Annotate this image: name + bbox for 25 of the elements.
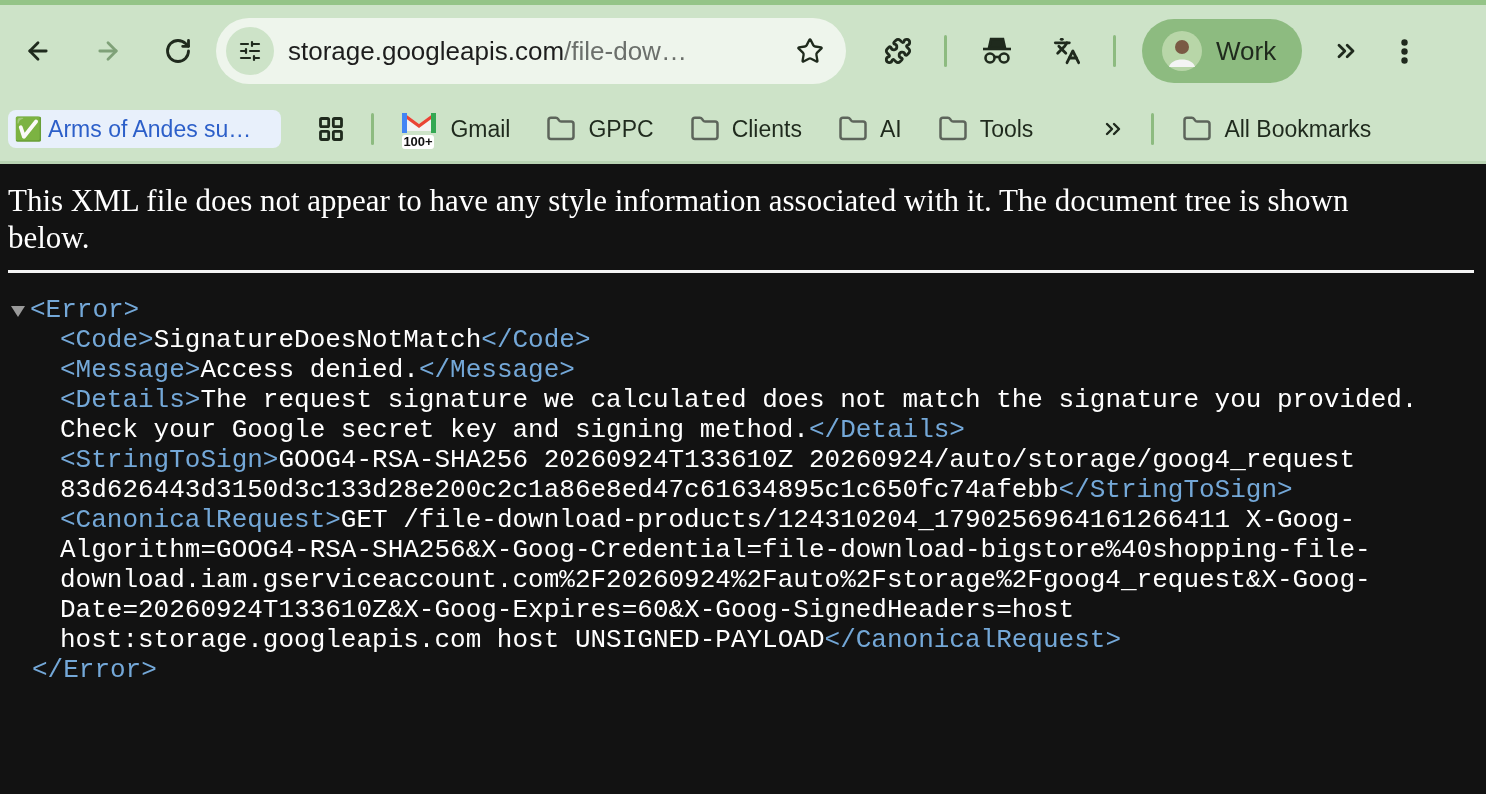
xml-element: <CanonicalRequest>GET /file-download-products/124310204_1790256964161266411 X-Goog- Algorithm=GOOG4-RSA-SHA256&X-Goog-Credential=file-download-bigstore%40shopping-file- download.iam.gserviceaccount.com%2F20260924%2Fauto%2Fstorage%2Fgoog4_request&X-Goog- Date=20260924T133610Z&X-Goog-Expires=60&X-Goog-SignedHeaders=host host:storage.googleapis.com host UNSIGNED-PAYLOAD</CanonicalRequest> [59,505,1372,655]
pinned-bookmark[interactable]: ✅ Arms of Andes su… [8,110,282,148]
site-settings-button[interactable] [226,27,274,75]
sliders-icon [238,39,262,63]
menu-icon [1400,38,1408,64]
xml-tag: <Error> [30,295,140,325]
profile-button[interactable]: Work [1142,19,1303,83]
count-badge: 100+ [402,135,434,149]
collapse-triangle-icon[interactable] [10,303,26,319]
bookmark-item[interactable]: AI [837,114,902,144]
bookmark-item[interactable]: Tools [937,114,1034,144]
url-text: storage.googleapis.com/file-dow… [288,35,688,67]
xml-tag: </Error> [32,655,157,685]
bookmark-item[interactable]: GPPC [546,114,654,144]
xml-element: <StringToSign>GOOG4-RSA-SHA256 20260924T133610Z 20260924/auto/storage/goog4_request 83d626443d3150d3c133d28e200c2c1a86e8ed47c61634895c1c650fc74afebb</StringToSign> [59,445,1356,505]
avatar-icon [1162,31,1202,71]
xml-element: <Code>SignatureDoesNotMatch</Code> [59,325,592,355]
bookmark-item[interactable]: 100+ Gmail [402,109,511,149]
all-bookmarks-item[interactable]: All Bookmarks [1182,114,1372,144]
reload-icon [164,37,192,65]
bookmark-item[interactable]: Clients [689,114,802,144]
address-bar[interactable]: storage.googleapis.com/file-dow… [216,18,846,84]
xml-element: <Details>The request signature we calculated does not match the signature you provided. Check your Google secret key and signing method.</Details> [59,385,1419,445]
xml-element: <Message>Access denied.</Message> [59,355,576,385]
notice-text: This XML file does not appear to have any style information associated with it. The document tree is shown below. [8,182,1350,256]
